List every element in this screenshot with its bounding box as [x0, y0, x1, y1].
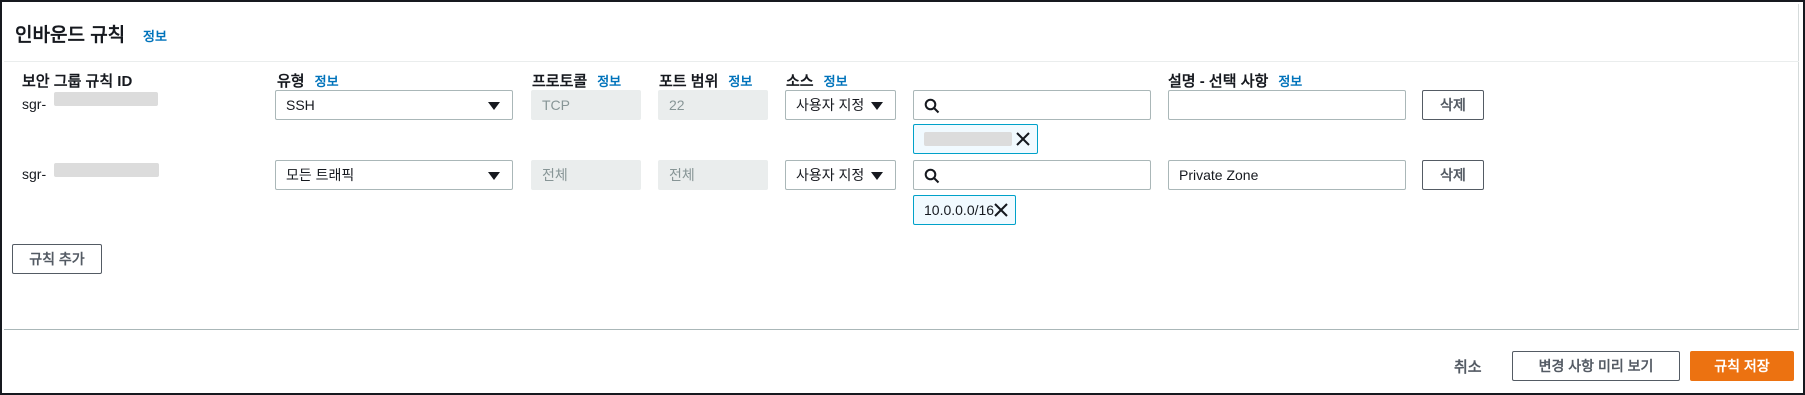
col-header-rule-id-label: 보안 그룹 규칙 ID	[22, 73, 133, 90]
delete-button-2[interactable]: 삭제	[1422, 160, 1484, 190]
source-token-label: 10.0.0.0/16	[924, 202, 995, 218]
inbound-rules-panel: 인바운드 규칙 정보 보안 그룹 규칙 ID 유형 정보 프로토콜 정보 포트 범위…	[4, 4, 1799, 330]
close-icon[interactable]	[1015, 131, 1031, 147]
source-select-value: 사용자 지정	[796, 167, 865, 183]
preview-changes-button[interactable]: 변경 사항 미리 보기	[1512, 351, 1680, 381]
col-header-port-range: 포트 범위 정보	[659, 70, 752, 91]
add-rule-button-label: 규칙 추가	[29, 251, 85, 267]
type-info-link[interactable]: 정보	[315, 74, 339, 89]
source-info-link[interactable]: 정보	[824, 74, 848, 89]
delete-button-label: 삭제	[1440, 167, 1466, 183]
rule-id-prefix: sgr-	[22, 96, 47, 112]
col-header-protocol-label: 프로토콜	[532, 73, 588, 90]
close-icon[interactable]	[993, 202, 1009, 218]
source-select-1[interactable]: 사용자 지정	[785, 90, 896, 120]
cancel-button-label: 취소	[1454, 359, 1482, 376]
delete-button-1[interactable]: 삭제	[1422, 90, 1484, 120]
protocol-info-link[interactable]: 정보	[597, 74, 621, 89]
redacted-rule-id-1	[54, 92, 158, 106]
protocol-value: 전체	[542, 167, 568, 183]
port-range-value: 전체	[669, 167, 695, 183]
type-select-2[interactable]: 모든 트래픽	[275, 160, 513, 190]
col-header-type: 유형 정보	[277, 70, 339, 91]
port-range-field-2: 전체	[658, 160, 768, 190]
source-token-1	[913, 124, 1038, 154]
add-rule-button[interactable]: 규칙 추가	[12, 244, 102, 274]
search-icon	[924, 168, 940, 184]
description-info-link[interactable]: 정보	[1278, 74, 1302, 89]
save-rules-button[interactable]: 규칙 저장	[1690, 351, 1794, 381]
description-value: Private Zone	[1179, 167, 1259, 183]
col-header-source-label: 소스	[786, 73, 814, 90]
type-select-1[interactable]: SSH	[275, 90, 513, 120]
protocol-value: TCP	[542, 97, 570, 113]
redacted-source-token	[924, 132, 1012, 146]
source-token-2: 10.0.0.0/16	[913, 195, 1016, 225]
port-range-value: 22	[669, 97, 685, 113]
port-range-field-1: 22	[658, 90, 768, 120]
protocol-field-1: TCP	[531, 90, 641, 120]
col-header-protocol: 프로토콜 정보	[532, 70, 621, 91]
source-search-input-1[interactable]	[913, 90, 1151, 120]
rule-id-1: sgr-	[22, 96, 46, 112]
panel-title: 인바운드 규칙	[15, 25, 126, 46]
title-info-link[interactable]: 정보	[143, 26, 167, 45]
col-header-source: 소스 정보	[786, 70, 848, 91]
caret-down-icon	[871, 172, 883, 180]
col-header-type-label: 유형	[277, 73, 305, 90]
col-header-description: 설명 - 선택 사항 정보	[1168, 70, 1302, 91]
source-select-2[interactable]: 사용자 지정	[785, 160, 896, 190]
redacted-rule-id-2	[54, 163, 159, 177]
col-header-description-label: 설명 - 선택 사항	[1168, 73, 1269, 90]
description-input-2[interactable]: Private Zone	[1168, 160, 1406, 190]
search-icon	[924, 98, 940, 114]
type-select-value: 모든 트래픽	[286, 167, 355, 183]
port-range-info-link[interactable]: 정보	[728, 74, 752, 89]
source-search-input-2[interactable]	[913, 160, 1151, 190]
source-select-value: 사용자 지정	[796, 97, 865, 113]
panel-header: 인바운드 규칙 정보	[4, 4, 1799, 62]
type-select-value: SSH	[286, 97, 315, 113]
description-input-1[interactable]	[1168, 90, 1406, 120]
caret-down-icon	[871, 102, 883, 110]
cancel-button[interactable]: 취소	[1454, 356, 1482, 377]
col-header-port-range-label: 포트 범위	[659, 73, 719, 90]
preview-changes-button-label: 변경 사항 미리 보기	[1538, 358, 1654, 374]
protocol-field-2: 전체	[531, 160, 641, 190]
caret-down-icon	[488, 102, 500, 110]
caret-down-icon	[488, 172, 500, 180]
rule-id-prefix: sgr-	[22, 166, 47, 182]
delete-button-label: 삭제	[1440, 97, 1466, 113]
rule-id-2: sgr-	[22, 166, 46, 182]
window-frame: 인바운드 규칙 정보 보안 그룹 규칙 ID 유형 정보 프로토콜 정보 포트 범위…	[0, 0, 1805, 395]
col-header-rule-id: 보안 그룹 규칙 ID	[22, 70, 132, 91]
save-rules-button-label: 규칙 저장	[1714, 358, 1770, 374]
